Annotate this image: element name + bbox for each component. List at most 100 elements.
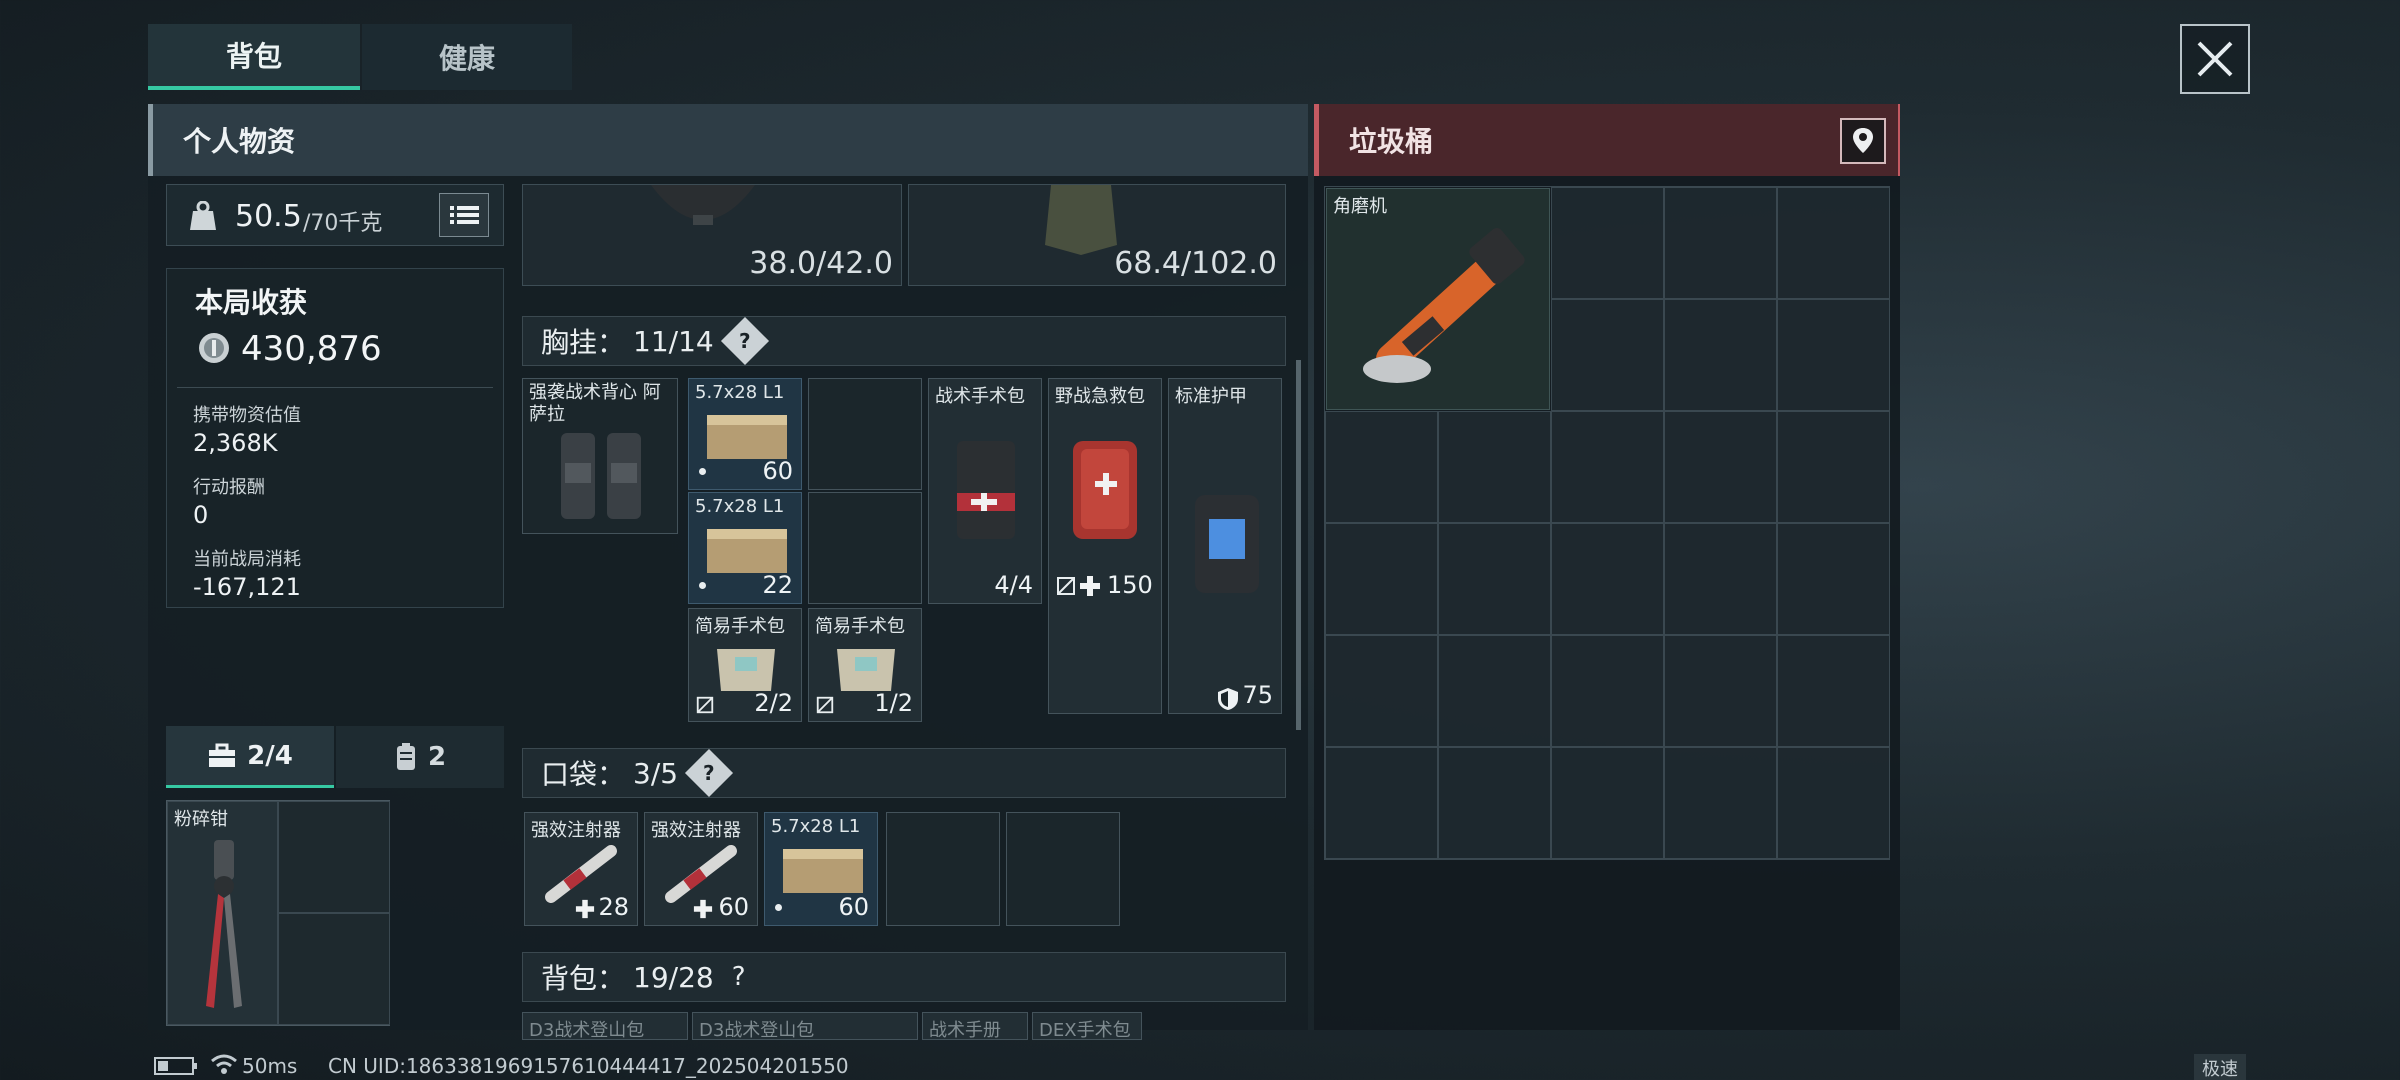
pocket-count: 3/5 (633, 756, 679, 790)
container-tab-label: 2/4 (247, 740, 293, 771)
map-pin-button[interactable] (1840, 118, 1886, 164)
trash-item-slot[interactable]: 角磨机 (1326, 188, 1550, 410)
empty-slot[interactable] (1664, 187, 1777, 299)
empty-slot[interactable] (1777, 635, 1890, 747)
close-icon (2197, 41, 2233, 77)
scrollbar[interactable] (1296, 360, 1301, 730)
empty-slot[interactable] (1551, 187, 1664, 299)
item-name: 5.7x28 L1 (695, 496, 785, 517)
ping-text: 50ms (242, 1054, 298, 1078)
tab-health[interactable]: 健康 (362, 24, 572, 90)
item-count: 2/2 (754, 689, 793, 717)
empty-slot[interactable] (1664, 523, 1777, 635)
container-grid: 粉碎钳 (166, 800, 390, 1026)
item-name: 强袭战术背心 阿萨拉 (529, 382, 661, 425)
empty-slot[interactable] (1777, 411, 1890, 523)
helmet-slot[interactable]: 38.0/42.0 (522, 184, 902, 286)
help-button[interactable]: ? (720, 316, 769, 366)
medical-cross-icon (693, 899, 713, 919)
item-count: 75 (1242, 681, 1273, 709)
empty-slot[interactable] (1325, 635, 1438, 747)
simple-surgery-slot[interactable]: 简易手术包 1/2 (808, 608, 922, 722)
empty-slot[interactable] (1551, 747, 1664, 859)
ammo-slot[interactable]: 5.7x28 L1 60 (764, 812, 878, 926)
empty-slot[interactable] (1664, 411, 1777, 523)
backpack-item[interactable]: D3战术登山包 (522, 1012, 688, 1040)
container-tab-case[interactable]: 2/4 (166, 726, 334, 788)
empty-slot[interactable] (1777, 523, 1890, 635)
injector-slot[interactable]: 强效注射器 28 (524, 812, 638, 926)
armor-plate-slot[interactable]: 标准护甲 75 (1168, 378, 1282, 714)
item-slot[interactable]: 粉碎钳 (167, 801, 278, 1025)
empty-slot[interactable] (1664, 299, 1777, 411)
battery-icon (154, 1057, 197, 1075)
empty-slot[interactable] (1438, 523, 1551, 635)
item-name: D3战术登山包 (529, 1020, 645, 1040)
backpack-item[interactable]: D3战术登山包 (692, 1012, 918, 1040)
empty-slot[interactable] (1777, 747, 1890, 859)
ammo-box-icon (783, 849, 863, 893)
first-aid-slot[interactable]: 野战急救包 150 (1048, 378, 1162, 714)
help-button[interactable]: ? (732, 962, 746, 992)
empty-slot[interactable] (1664, 635, 1777, 747)
container-tab-vest[interactable]: 2 (336, 726, 504, 788)
chest-rig-slot[interactable]: 强袭战术背心 阿萨拉 (522, 378, 678, 534)
empty-slot[interactable] (1551, 523, 1664, 635)
armor-durability: 68.4/102.0 (1114, 246, 1277, 281)
earnings-box: 本局收获 430,876 携带物资估值 2,368K 行动报酬 0 当前战局消耗… (166, 268, 504, 608)
item-name: DEX手术包 (1039, 1020, 1131, 1040)
ammo-slot[interactable]: 5.7x28 L1 60 (688, 378, 802, 490)
injector-slot[interactable]: 强效注射器 60 (644, 812, 758, 926)
empty-slot[interactable] (1551, 635, 1664, 747)
empty-slot[interactable] (1438, 747, 1551, 859)
no-repair-icon (816, 696, 834, 714)
tab-backpack[interactable]: 背包 (148, 24, 360, 90)
empty-slot[interactable] (1438, 411, 1551, 523)
list-icon (450, 206, 479, 224)
first-aid-kit-icon (1073, 441, 1137, 539)
empty-slot[interactable] (1325, 411, 1438, 523)
inventory-list-button[interactable] (439, 193, 489, 237)
empty-slot[interactable] (1325, 523, 1438, 635)
personal-header: 个人物资 (148, 104, 1308, 176)
empty-slot[interactable] (1777, 187, 1890, 299)
surgery-kit-slot[interactable]: 战术手术包 4/4 (928, 378, 1042, 604)
empty-slot[interactable] (886, 812, 1000, 926)
rarity-dot (775, 904, 782, 911)
backpack-item[interactable]: 战术手册 (922, 1012, 1028, 1040)
help-glyph: ? (738, 328, 751, 353)
item-name: 粉碎钳 (174, 809, 228, 830)
chest-rig-header: 胸挂： 11/14 ? (522, 316, 1286, 366)
backpack-icon (209, 743, 236, 767)
empty-slot[interactable] (1664, 747, 1777, 859)
item-name: 角磨机 (1333, 196, 1387, 217)
medical-cross-icon (1080, 576, 1100, 596)
empty-slot[interactable] (1551, 299, 1664, 411)
empty-slot[interactable] (1325, 747, 1438, 859)
rarity-dot (699, 582, 706, 589)
empty-slot[interactable] (1551, 411, 1664, 523)
simple-surgery-slot[interactable]: 简易手术包 2/2 (688, 608, 802, 722)
empty-slot[interactable] (1438, 635, 1551, 747)
empty-slot[interactable] (278, 801, 390, 913)
item-count: 28 (598, 893, 629, 921)
item-count: 60 (762, 457, 793, 485)
empty-slot[interactable] (1777, 299, 1890, 411)
empty-slot[interactable] (808, 378, 922, 490)
empty-slot[interactable] (1006, 812, 1120, 926)
stat-value: 0 (193, 501, 209, 529)
close-button[interactable] (2180, 24, 2250, 94)
empty-slot[interactable] (278, 913, 390, 1025)
item-name: 野战急救包 (1055, 386, 1145, 407)
item-name: 简易手术包 (695, 616, 785, 637)
weight-box: 50.5 /70千克 (166, 184, 504, 246)
item-count: 1/2 (874, 689, 913, 717)
help-glyph: ? (703, 760, 715, 785)
empty-slot[interactable] (808, 492, 922, 604)
vest-icon (396, 743, 415, 770)
ammo-slot[interactable]: 5.7x28 L1 22 (688, 492, 802, 604)
backpack-item[interactable]: DEX手术包 (1032, 1012, 1142, 1040)
armor-slot[interactable]: 68.4/102.0 (908, 184, 1286, 286)
surgery-kit-icon (957, 441, 1015, 539)
help-button[interactable]: ? (685, 748, 734, 798)
